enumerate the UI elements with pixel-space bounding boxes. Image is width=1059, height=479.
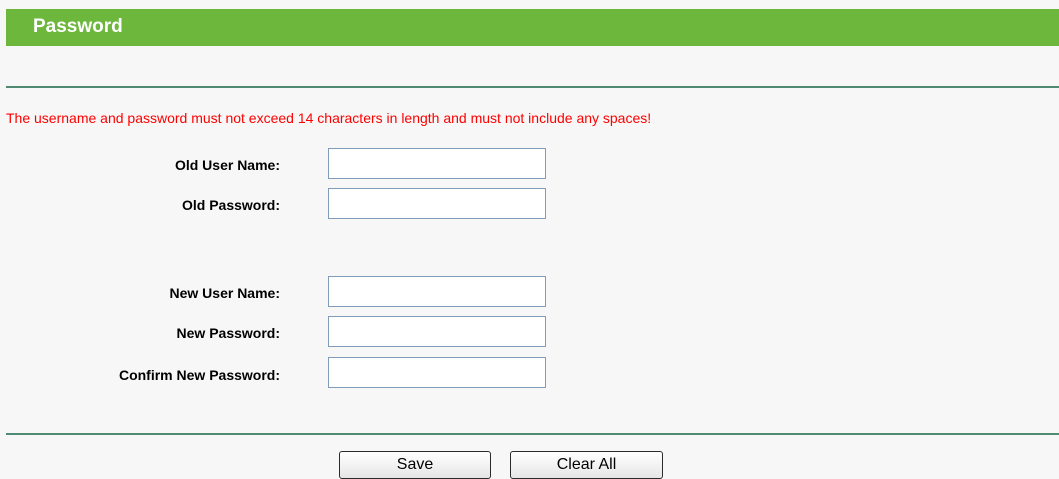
header-bar: Password — [6, 9, 1059, 46]
password-rules-notice: The username and password must not excee… — [6, 110, 652, 126]
confirm-new-password-input[interactable] — [328, 357, 546, 388]
top-divider — [6, 86, 1059, 88]
page-title: Password — [33, 16, 123, 37]
old-password-input[interactable] — [328, 188, 546, 219]
old-user-name-label: Old User Name: — [174, 157, 280, 173]
password-page: Password The username and password must … — [0, 0, 1059, 479]
new-user-name-label: New User Name: — [169, 285, 281, 301]
save-button[interactable]: Save — [339, 451, 491, 479]
clear-all-button[interactable]: Clear All — [510, 451, 663, 479]
new-password-label: New Password: — [176, 325, 280, 341]
confirm-new-password-label: Confirm New Password: — [118, 367, 280, 383]
new-password-input[interactable] — [328, 316, 546, 347]
old-password-label: Old Password: — [181, 197, 280, 213]
new-user-name-input[interactable] — [328, 276, 546, 307]
old-user-name-input[interactable] — [328, 148, 546, 179]
bottom-divider — [6, 433, 1059, 435]
